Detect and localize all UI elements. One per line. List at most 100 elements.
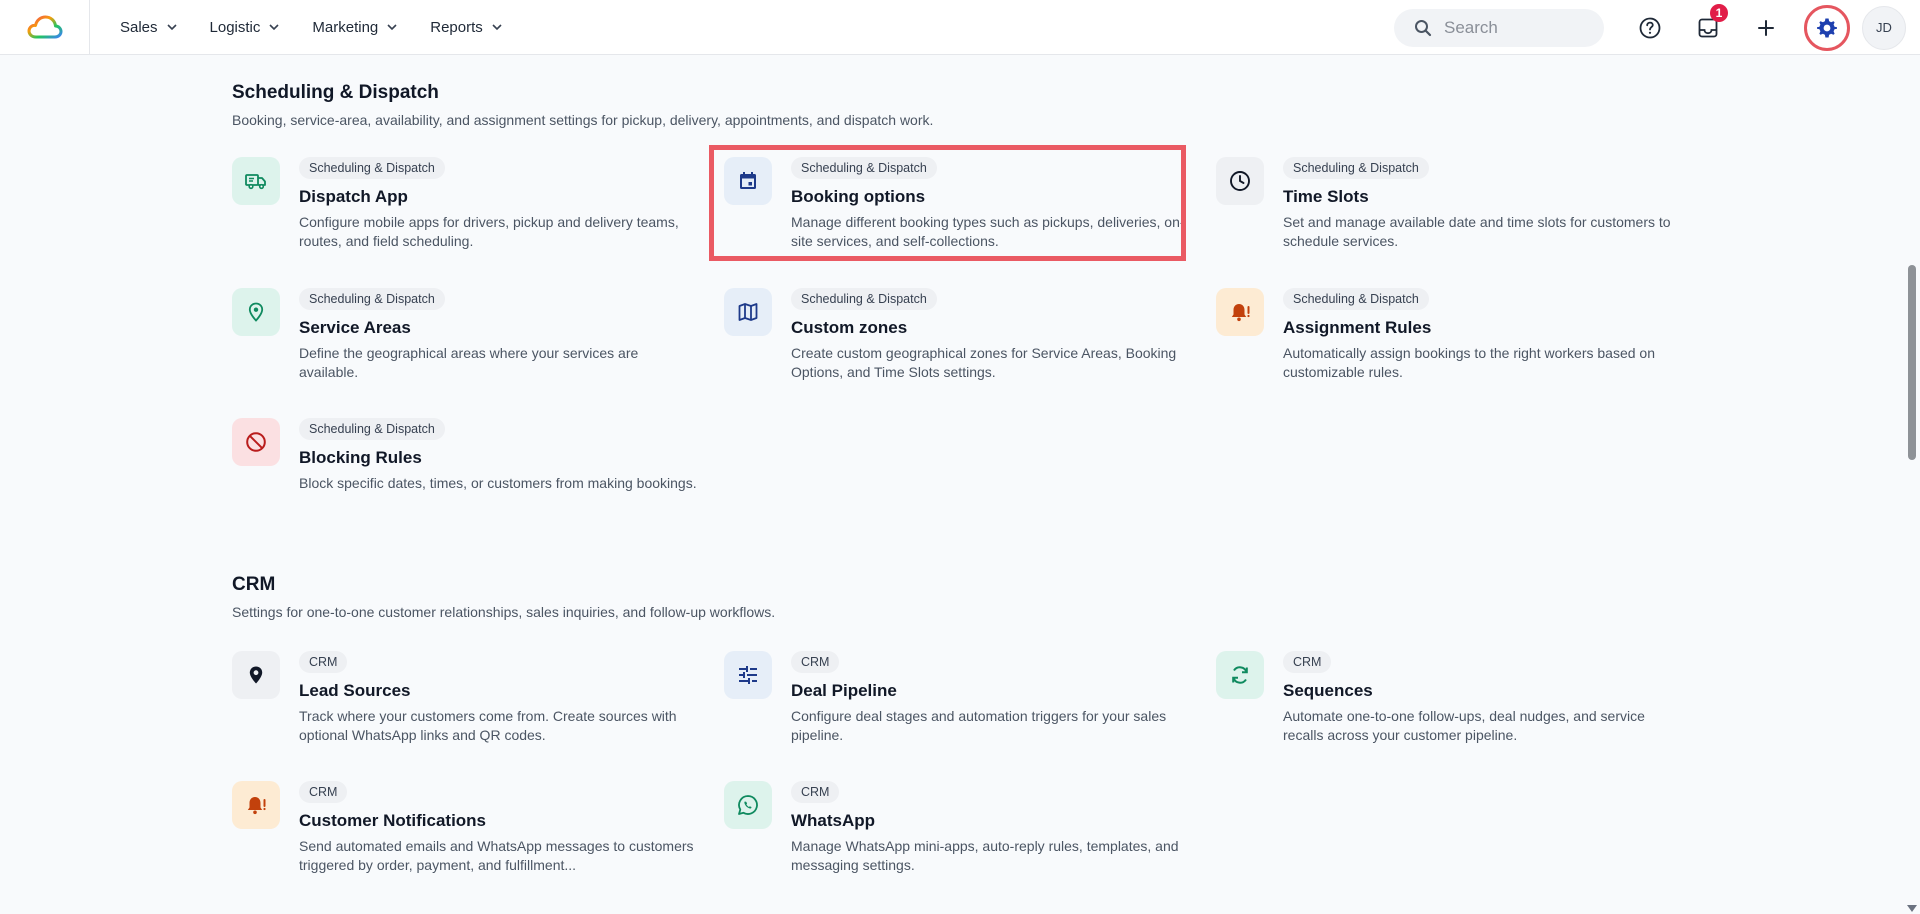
card-custom-zones[interactable]: Scheduling & Dispatch Custom zones Creat… bbox=[724, 288, 1194, 398]
main-nav: Sales Logistic Marketing Reports bbox=[120, 19, 535, 36]
category-tag: CRM bbox=[1283, 651, 1332, 673]
chevron-down-icon bbox=[387, 24, 397, 31]
card-whatsapp[interactable]: CRM WhatsApp Manage WhatsApp mini-apps, … bbox=[724, 781, 1194, 891]
truck-icon bbox=[245, 174, 266, 190]
chevron-down-icon bbox=[269, 24, 279, 31]
calendar-icon bbox=[740, 172, 756, 189]
card-sequences[interactable]: CRM Sequences Automate one-to-one follow… bbox=[1216, 651, 1686, 761]
card-icon-box bbox=[724, 651, 772, 699]
nav-label: Marketing bbox=[312, 18, 379, 36]
help-circle-icon bbox=[1639, 17, 1661, 38]
card-description: Set and manage available date and time s… bbox=[1283, 214, 1671, 249]
card-icon-box bbox=[232, 418, 280, 466]
card-description: Configure deal stages and automation tri… bbox=[791, 708, 1167, 743]
category-tag: CRM bbox=[791, 781, 840, 803]
help-button[interactable] bbox=[1630, 8, 1670, 48]
logo[interactable] bbox=[0, 0, 90, 55]
card-title: WhatsApp bbox=[791, 811, 876, 830]
card-assignment-rules[interactable]: Scheduling & Dispatch Assignment Rules A… bbox=[1216, 288, 1686, 398]
nav-logistic[interactable]: Logistic bbox=[210, 19, 281, 36]
scrollbar-thumb[interactable] bbox=[1908, 265, 1916, 460]
card-blocking-rules[interactable]: Scheduling & Dispatch Blocking Rules Blo… bbox=[232, 418, 702, 528]
cloud-logo-icon bbox=[27, 15, 62, 39]
card-lead-sources[interactable]: CRM Lead Sources Track where your custom… bbox=[232, 651, 702, 761]
card-title: Assignment Rules bbox=[1283, 318, 1432, 337]
card-icon-box bbox=[724, 781, 772, 829]
search-icon bbox=[1415, 19, 1432, 36]
refresh-icon bbox=[1232, 666, 1248, 684]
crm-section-header: CRM Settings for one-to-one customer rel… bbox=[232, 574, 775, 620]
add-button[interactable] bbox=[1746, 8, 1786, 48]
category-tag: Scheduling & Dispatch bbox=[299, 157, 445, 179]
section-description: Settings for one-to-one customer relatio… bbox=[232, 604, 776, 620]
chevron-down-icon bbox=[166, 24, 177, 31]
nav-sales[interactable]: Sales bbox=[120, 19, 178, 36]
whatsapp-icon bbox=[738, 795, 758, 815]
inbox-badge: 1 bbox=[1710, 3, 1728, 22]
avatar[interactable]: JD bbox=[1862, 5, 1906, 50]
card-icon-box bbox=[724, 288, 772, 336]
card-dispatch-app[interactable]: Scheduling & Dispatch Dispatch App Confi… bbox=[232, 157, 702, 267]
card-description: Configure mobile apps for drivers, picku… bbox=[299, 214, 679, 249]
card-icon-box bbox=[232, 288, 280, 336]
scroll-down-arrow[interactable] bbox=[1907, 905, 1917, 912]
card-title: Deal Pipeline bbox=[791, 681, 897, 700]
search-box[interactable] bbox=[1394, 8, 1604, 47]
card-icon-box bbox=[232, 781, 280, 829]
settings-button[interactable] bbox=[1804, 4, 1850, 51]
category-tag: CRM bbox=[299, 651, 348, 673]
location-pin-icon bbox=[248, 302, 264, 322]
scheduling-section-header: Scheduling & Dispatch Booking, service-a… bbox=[232, 82, 933, 128]
card-booking-options[interactable]: Scheduling & Dispatch Booking options Ma… bbox=[724, 157, 1194, 267]
card-description: Track where your customers come from. Cr… bbox=[299, 708, 677, 743]
card-title: Blocking Rules bbox=[299, 448, 422, 467]
section-title: CRM bbox=[232, 574, 276, 595]
avatar-initials: JD bbox=[1876, 20, 1892, 35]
card-description: Send automated emails and WhatsApp messa… bbox=[299, 838, 694, 873]
card-icon-box bbox=[1216, 157, 1264, 205]
category-tag: Scheduling & Dispatch bbox=[791, 288, 937, 310]
top-bar: Sales Logistic Marketing Reports 1 bbox=[0, 0, 1920, 55]
plus-icon bbox=[1758, 19, 1774, 36]
chevron-down-icon bbox=[492, 24, 502, 31]
card-description: Automate one-to-one follow-ups, deal nud… bbox=[1283, 708, 1645, 743]
card-time-slots[interactable]: Scheduling & Dispatch Time Slots Set and… bbox=[1216, 157, 1686, 267]
category-tag: Scheduling & Dispatch bbox=[299, 288, 445, 310]
bell-alert-icon bbox=[1231, 304, 1250, 322]
inbox-button[interactable]: 1 bbox=[1688, 3, 1728, 48]
card-customer-notifications[interactable]: CRM Customer Notifications Send automate… bbox=[232, 781, 702, 891]
category-tag: Scheduling & Dispatch bbox=[299, 418, 445, 440]
card-description: Manage different booking types such as p… bbox=[791, 214, 1185, 249]
nav-label: Sales bbox=[120, 18, 158, 36]
card-description: Block specific dates, times, or customer… bbox=[299, 475, 697, 491]
bell-alert-icon bbox=[247, 797, 266, 815]
card-title: Dispatch App bbox=[299, 187, 408, 206]
card-icon-box bbox=[232, 157, 280, 205]
section-title: Scheduling & Dispatch bbox=[232, 82, 439, 103]
search-input[interactable] bbox=[1444, 17, 1584, 38]
card-icon-box bbox=[1216, 651, 1264, 699]
category-tag: CRM bbox=[791, 651, 840, 673]
card-description: Manage WhatsApp mini-apps, auto-reply ru… bbox=[791, 838, 1179, 873]
map-icon bbox=[738, 303, 758, 321]
block-icon bbox=[246, 432, 266, 452]
nav-marketing[interactable]: Marketing bbox=[312, 19, 398, 36]
card-title: Sequences bbox=[1283, 681, 1373, 700]
card-title: Service Areas bbox=[299, 318, 411, 337]
card-title: Booking options bbox=[791, 187, 926, 206]
top-right-actions: 1 JD bbox=[1394, 0, 1920, 55]
card-deal-pipeline[interactable]: CRM Deal Pipeline Configure deal stages … bbox=[724, 651, 1194, 761]
card-title: Custom zones bbox=[791, 318, 908, 337]
card-title: Lead Sources bbox=[299, 681, 411, 700]
gear-icon bbox=[1817, 18, 1837, 37]
card-description: Create custom geographical zones for Ser… bbox=[791, 345, 1177, 380]
category-tag: Scheduling & Dispatch bbox=[1283, 288, 1429, 310]
card-description: Automatically assign bookings to the rig… bbox=[1283, 345, 1655, 380]
nav-reports[interactable]: Reports bbox=[430, 19, 503, 36]
card-title: Time Slots bbox=[1283, 187, 1369, 206]
category-tag: Scheduling & Dispatch bbox=[1283, 157, 1429, 179]
card-title: Customer Notifications bbox=[299, 811, 487, 830]
section-description: Booking, service-area, availability, and… bbox=[232, 112, 934, 128]
nav-label: Reports bbox=[430, 18, 483, 36]
card-service-areas[interactable]: Scheduling & Dispatch Service Areas Defi… bbox=[232, 288, 702, 398]
